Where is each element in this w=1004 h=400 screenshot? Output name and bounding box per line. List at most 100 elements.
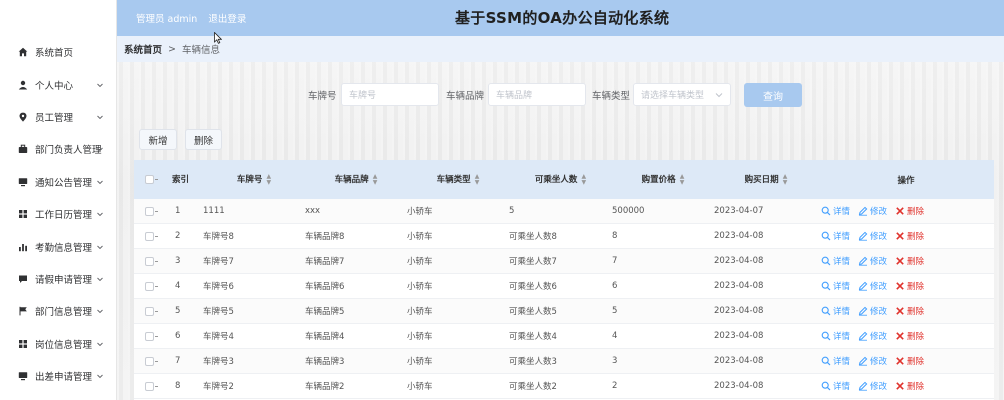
batch-delete-button[interactable]: 删除 [185, 129, 222, 150]
edit-button[interactable]: 修改 [858, 380, 887, 392]
cell-plate: 车牌号7 [203, 257, 234, 267]
row-select-cell[interactable] [134, 231, 164, 241]
detail-button[interactable]: 详情 [821, 380, 850, 392]
row-select-cell[interactable] [134, 381, 164, 391]
cell-price: 4 [612, 331, 618, 341]
edit-label: 修改 [870, 332, 888, 342]
detail-button[interactable]: 详情 [821, 330, 850, 342]
detail-button[interactable]: 详情 [821, 280, 850, 292]
delete-button[interactable]: 删除 [895, 380, 924, 392]
row-checkbox[interactable] [144, 306, 158, 316]
row-select-cell[interactable] [134, 206, 164, 216]
edit-icon [858, 281, 870, 291]
delete-button[interactable]: 删除 [895, 355, 924, 367]
sort-icon[interactable]: ▲ ▼ [373, 173, 378, 186]
row-checkbox[interactable] [144, 381, 158, 391]
brand-placeholder: 车辆品牌 [496, 91, 533, 101]
breadcrumb-separator: > [168, 43, 176, 55]
search-icon [821, 281, 833, 291]
brand-input[interactable]: 车辆品牌 [488, 83, 586, 106]
delete-button[interactable]: 删除 [895, 255, 924, 267]
table-row[interactable]: 6 车牌号4 车辆品牌4 小轿车 可乘坐人数4 4 2023-04-08 详情 修改 删除 [134, 324, 994, 349]
sort-icon[interactable]: ▲ ▼ [266, 173, 271, 186]
row-select-cell[interactable] [134, 281, 164, 291]
row-checkbox[interactable] [144, 231, 158, 241]
header-brand[interactable]: 车辆品牌 ▲ ▼ [305, 173, 407, 186]
table-row[interactable]: 7 车牌号3 车辆品牌3 小轿车 可乘坐人数3 3 2023-04-08 详情 修改 删除 [134, 349, 994, 374]
edit-button[interactable]: 修改 [858, 280, 887, 292]
edit-button[interactable]: 修改 [858, 230, 887, 242]
sidebar-item[interactable]: 个人中心 [0, 68, 116, 100]
edit-icon [858, 381, 870, 391]
sidebar-item[interactable]: 岗位信息管理 [0, 328, 116, 360]
edit-icon [858, 256, 870, 266]
sort-icon[interactable]: ▲ ▼ [783, 173, 788, 186]
sidebar-item[interactable]: 员工管理 [0, 101, 116, 133]
table-row[interactable]: 5 车牌号5 车辆品牌5 小轿车 可乘坐人数5 5 2023-04-08 详情 修改 删除 [134, 299, 994, 324]
sidebar-item[interactable]: 工作日历管理 [0, 198, 116, 230]
row-select-cell[interactable] [134, 306, 164, 316]
logout-link[interactable]: 退出登录 [208, 14, 246, 25]
delete-label: 删除 [907, 307, 925, 317]
delete-button[interactable]: 删除 [895, 230, 924, 242]
header-type[interactable]: 车辆类型 ▲ ▼ [407, 173, 509, 186]
sort-icon[interactable]: ▲ ▼ [581, 173, 586, 186]
row-checkbox[interactable] [144, 356, 158, 366]
row-checkbox[interactable] [144, 331, 158, 341]
edit-button[interactable]: 修改 [858, 305, 887, 317]
row-checkbox[interactable] [144, 256, 158, 266]
sidebar-item[interactable]: 出差申请管理 [0, 360, 116, 392]
header-select-all[interactable] [134, 175, 164, 184]
cell-plate: 车牌号2 [203, 382, 234, 392]
table-row[interactable]: 3 车牌号7 车辆品牌7 小轿车 可乘坐人数7 7 2023-04-08 详情 修改 删除 [134, 249, 994, 274]
sort-icon[interactable]: ▲ ▼ [680, 173, 685, 186]
table-row[interactable]: 1 1111 xxx 小轿车 5 500000 2023-04-07 详情 修改 删除 [134, 199, 994, 224]
detail-button[interactable]: 详情 [821, 255, 850, 267]
table-row[interactable]: 8 车牌号2 车辆品牌2 小轿车 可乘坐人数2 2 2023-04-08 详情 修改 删除 [134, 374, 994, 399]
detail-button[interactable]: 详情 [821, 230, 850, 242]
search-icon [821, 256, 833, 266]
header-price-label: 购置价格 [641, 175, 676, 186]
delete-button[interactable]: 删除 [895, 305, 924, 317]
detail-button[interactable]: 详情 [821, 305, 850, 317]
row-checkbox[interactable] [144, 206, 158, 216]
delete-button[interactable]: 删除 [895, 330, 924, 342]
row-select-cell[interactable] [134, 331, 164, 341]
sidebar-item[interactable]: 考勤信息管理 [0, 230, 116, 262]
detail-button[interactable]: 详情 [821, 205, 850, 217]
close-icon [895, 356, 907, 366]
select-all-checkbox[interactable] [144, 175, 158, 184]
delete-button[interactable]: 删除 [895, 280, 924, 292]
add-button[interactable]: 新增 [139, 129, 177, 150]
type-select[interactable]: 请选择车辆类型 [633, 83, 731, 106]
header-price[interactable]: 购置价格 ▲ ▼ [612, 173, 714, 186]
sidebar-item-label: 出差申请管理 [35, 372, 93, 384]
edit-button[interactable]: 修改 [858, 205, 887, 217]
detail-button[interactable]: 详情 [821, 355, 850, 367]
row-checkbox[interactable] [144, 281, 158, 291]
header-seats-label: 可乘坐人数 [534, 175, 578, 186]
sort-icon[interactable]: ▲ ▼ [475, 173, 480, 186]
row-select-cell[interactable] [134, 356, 164, 366]
breadcrumb-home[interactable]: 系统首页 [124, 42, 162, 56]
table-row[interactable]: 4 车牌号6 车辆品牌6 小轿车 可乘坐人数6 6 2023-04-08 详情 修改 删除 [134, 274, 994, 299]
row-select-cell[interactable] [134, 256, 164, 266]
sidebar-item[interactable]: 部门信息管理 [0, 295, 116, 327]
delete-button[interactable]: 删除 [895, 205, 924, 217]
cell-type: 小轿车 [407, 307, 433, 317]
sidebar-item[interactable]: 通知公告管理 [0, 166, 116, 198]
sidebar-item[interactable]: 请假申请管理 [0, 263, 116, 295]
edit-button[interactable]: 修改 [858, 330, 887, 342]
edit-icon [858, 356, 870, 366]
table-row[interactable]: 2 车牌号8 车辆品牌8 小轿车 可乘坐人数8 8 2023-04-08 详情 修改 删除 [134, 224, 994, 249]
plate-input[interactable]: 车牌号 [341, 83, 439, 106]
header-date[interactable]: 购买日期 ▲ ▼ [714, 173, 818, 186]
sidebar-item[interactable]: 部门负责人管理 [0, 133, 116, 165]
header-seats[interactable]: 可乘坐人数 ▲ ▼ [509, 173, 612, 186]
header-plate[interactable]: 车牌号 ▲ ▼ [203, 173, 305, 186]
edit-button[interactable]: 修改 [858, 355, 887, 367]
query-button[interactable]: 查询 [744, 83, 802, 107]
edit-button[interactable]: 修改 [858, 255, 887, 267]
sidebar-item[interactable]: 系统首页 [0, 36, 116, 68]
cell-brand: 车辆品牌4 [305, 332, 345, 342]
